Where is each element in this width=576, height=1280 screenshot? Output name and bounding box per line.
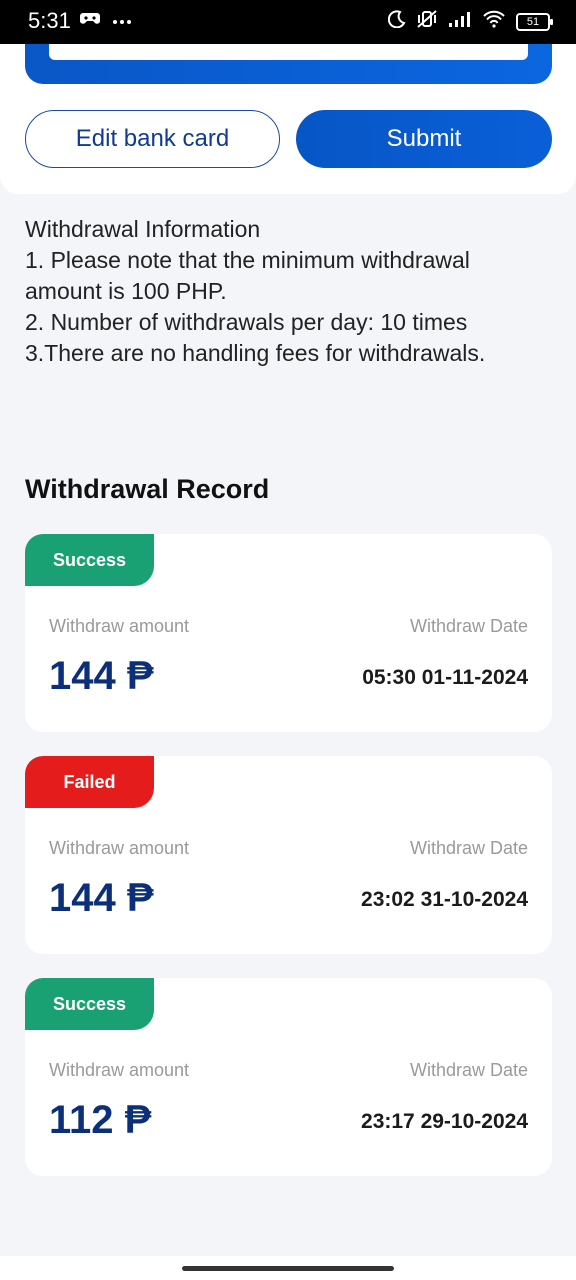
vibrate-off-icon [416,10,438,33]
withdrawal-record-card: Failed Withdraw amount Withdraw Date 144… [25,756,552,954]
withdraw-amount-label: Withdraw amount [49,838,190,858]
status-badge: Success [25,978,154,1030]
status-bar: 5:31 51 [0,0,576,44]
withdrawal-info-line: 2. Number of withdrawals per day: 10 tim… [25,309,468,335]
status-time: 5:31 [28,8,71,33]
home-indicator[interactable] [182,1266,394,1271]
status-right-icons: 51 [387,10,553,33]
bank-card-banner [25,44,552,84]
withdrawal-record-card: Success Withdraw amount Withdraw Date 11… [25,978,552,1176]
withdraw-date-label: Withdraw Date [409,1060,528,1080]
withdraw-date-label: Withdraw Date [409,616,528,636]
game-controller-icon [80,10,100,31]
more-dots-icon [112,12,132,30]
withdraw-date-label: Withdraw Date [409,838,528,858]
withdrawal-info-line: 3.There are no handling fees for withdra… [25,340,486,366]
bank-card-input-field[interactable] [49,44,528,60]
withdraw-amount-value: 144 ₱ [49,876,154,920]
withdrawal-info: Withdrawal Information 1. Please note th… [25,214,551,369]
withdrawal-record-title: Withdrawal Record [25,474,270,504]
battery-icon: 51 [516,12,553,31]
withdraw-amount-value: 144 ₱ [49,654,154,698]
withdraw-date-value: 23:17 29-10-2024 [361,1110,528,1133]
withdraw-amount-label: Withdraw amount [49,616,190,636]
signal-icon [448,10,472,33]
wifi-icon [482,10,506,33]
withdraw-date-value: 23:02 31-10-2024 [361,888,528,911]
bank-card-panel: Edit bank card Submit [0,44,576,194]
status-left-icons [80,10,132,31]
withdrawal-record-card: Success Withdraw amount Withdraw Date 14… [25,534,552,732]
withdraw-amount-value: 112 ₱ [49,1098,152,1142]
edit-bank-card-button[interactable]: Edit bank card [25,110,280,168]
status-badge: Success [25,534,154,586]
withdrawal-info-title: Withdrawal Information [25,216,261,242]
status-badge: Failed [25,756,154,808]
withdrawal-info-line: 1. Please note that the minimum withdraw… [25,247,470,304]
submit-button[interactable]: Submit [296,110,552,168]
withdraw-date-value: 05:30 01-11-2024 [362,666,528,689]
moon-icon [387,10,406,33]
withdraw-amount-label: Withdraw amount [49,1060,190,1080]
